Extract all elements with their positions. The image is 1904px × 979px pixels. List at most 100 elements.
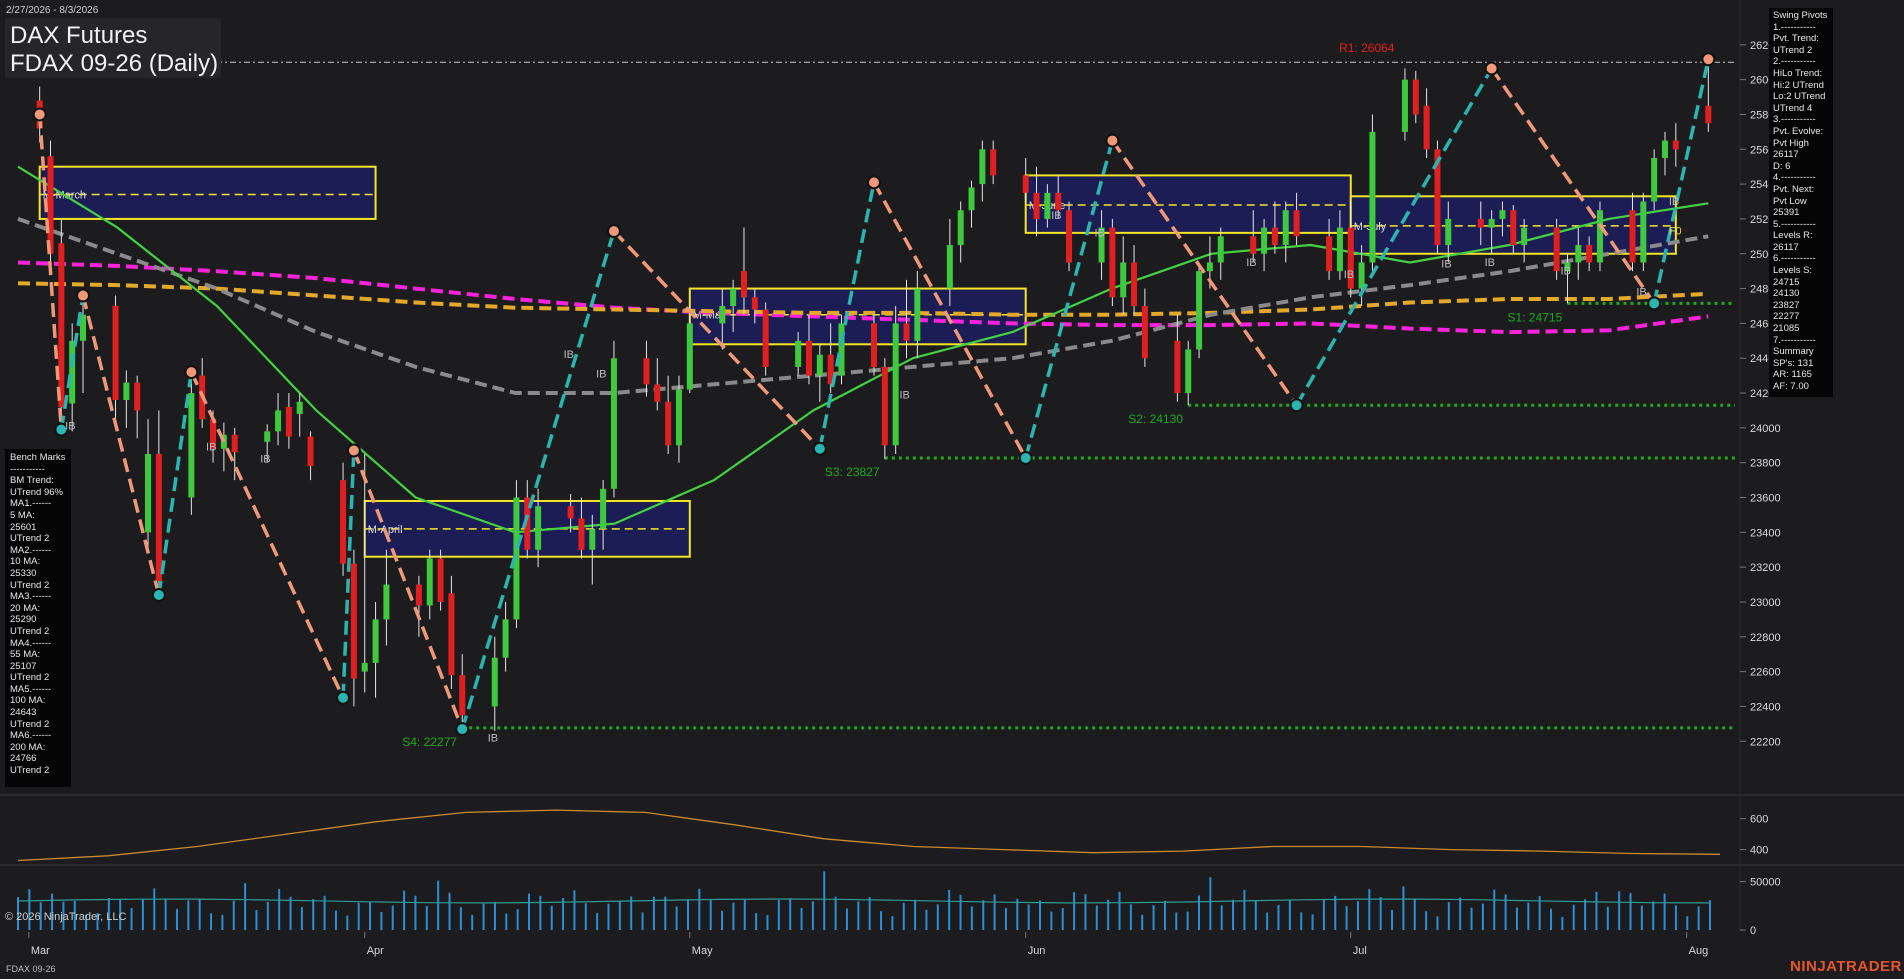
- swing-pivots-line: D: 6: [1773, 160, 1791, 172]
- bench-marks-line: 24766: [10, 753, 37, 765]
- swing-line: [189, 371, 345, 699]
- candle-down: [1412, 79, 1419, 115]
- volume-bar: [755, 913, 758, 930]
- swing-pivots-line: 3.-----------: [1773, 114, 1816, 126]
- osc-tick-label: 600: [1750, 814, 1768, 826]
- swing-line: [157, 371, 194, 596]
- volume-bar: [482, 903, 485, 930]
- candle-up: [1358, 262, 1365, 289]
- volume-bar: [1039, 900, 1042, 930]
- volume-bar: [1345, 906, 1348, 930]
- swing-pivots-line: 2.-----------: [1773, 56, 1816, 68]
- candle-up: [1499, 210, 1506, 219]
- volume-bar: [1300, 912, 1303, 930]
- volume-bar: [346, 915, 349, 930]
- volume-bar: [1470, 907, 1473, 930]
- volume-bar: [698, 888, 701, 930]
- volume-bar: [312, 898, 315, 930]
- bar-annotation: IB: [1669, 196, 1679, 208]
- volume-bar: [618, 901, 621, 930]
- bench-marks-line: MA4.------: [10, 637, 52, 649]
- bench-marks-line: UTrend 2: [10, 533, 50, 545]
- candle-down: [665, 401, 672, 446]
- bench-marks-line: MA5.------: [10, 683, 52, 695]
- bench-marks-line: MA6.------: [10, 730, 52, 742]
- volume-bar: [1709, 900, 1711, 930]
- volume-bar: [948, 889, 951, 930]
- swing-pivots-line: 6.-----------: [1773, 253, 1816, 265]
- candle-up: [968, 187, 975, 211]
- volume-bar: [664, 896, 667, 930]
- candle-down: [1131, 262, 1138, 306]
- volume-bar: [1322, 898, 1325, 930]
- candle-up: [1661, 140, 1668, 158]
- volume-bar: [834, 896, 837, 930]
- volume-bar: [130, 908, 133, 930]
- candle-down: [307, 436, 314, 467]
- volume-bar: [1572, 904, 1575, 930]
- volume-bar: [1266, 912, 1269, 930]
- candle-down: [1705, 105, 1712, 124]
- vol-tick-label: 50000: [1750, 877, 1781, 889]
- candle-up: [1369, 131, 1376, 263]
- candle-down: [1293, 210, 1300, 237]
- swing-high-marker: [346, 443, 361, 458]
- volume-bar: [1073, 892, 1076, 930]
- volume-bar: [1663, 893, 1666, 930]
- candle-down: [740, 271, 747, 298]
- candle-up: [1640, 201, 1647, 263]
- candle-up: [719, 305, 726, 324]
- price-chart[interactable]: 22200 22400 22600 22800 23000 23200 23400 23600…: [0, 0, 1904, 979]
- bar-annotation: IB: [1441, 259, 1451, 271]
- candle-up: [1196, 271, 1203, 350]
- candle-down: [1066, 210, 1073, 263]
- date-range: 2/27/2026 - 8/3/2026: [6, 5, 99, 16]
- bar-annotation: IB: [1095, 227, 1105, 239]
- candle-down: [231, 434, 238, 453]
- oscillator-line: [17, 809, 1721, 862]
- candle-down: [762, 309, 769, 367]
- volume-bar: [584, 903, 587, 930]
- candle-up: [1521, 227, 1528, 246]
- volume-average-line: [17, 898, 1711, 904]
- candle-down: [1553, 227, 1560, 272]
- volume-bar: [1061, 907, 1064, 930]
- swing-pivots-line: 26117: [1773, 241, 1799, 253]
- swing-high-marker: [1701, 52, 1716, 67]
- candle-up: [275, 410, 282, 432]
- volume-bar: [1356, 901, 1359, 930]
- volume-bar: [244, 883, 247, 930]
- volume-bar: [766, 915, 769, 930]
- candle-down: [155, 453, 162, 582]
- bar-annotation: IB: [1636, 287, 1646, 299]
- bar-annotation: IB: [1344, 269, 1354, 281]
- candle-down: [437, 558, 444, 602]
- x-tick-label: May: [692, 945, 713, 957]
- bar-annotation: IB: [1560, 266, 1570, 278]
- candle-down: [1250, 236, 1257, 254]
- volume-bar: [777, 900, 780, 930]
- volume-bar: [1095, 905, 1098, 930]
- bench-marks-line: MA2.------: [10, 544, 52, 556]
- volume-bar: [1595, 891, 1598, 930]
- volume-bar: [1152, 905, 1155, 930]
- volume-bar: [1141, 914, 1144, 930]
- volume-bar: [1606, 906, 1609, 930]
- volume-bar: [210, 913, 213, 930]
- swing-pivots-line: 4.-----------: [1773, 172, 1816, 184]
- candle-down: [58, 243, 65, 407]
- swing-pivots-line: Lo:2 UTrend: [1773, 91, 1826, 103]
- bench-marks-line: 5 MA:: [10, 509, 35, 521]
- candle-up: [491, 657, 498, 707]
- volume-bar: [936, 904, 939, 930]
- volume-bar: [789, 898, 792, 930]
- volume-bar: [1277, 904, 1280, 930]
- x-tick-label: Aug: [1689, 945, 1709, 957]
- copyright: © 2026 NinjaTrader, LLC: [5, 911, 127, 923]
- volume-bar: [1481, 903, 1484, 930]
- volume-bar: [1334, 895, 1337, 930]
- candle-down: [459, 675, 466, 716]
- candle-up: [69, 340, 76, 404]
- volume-bar: [1220, 905, 1223, 930]
- instrument-label: FDAX 09-26: [6, 964, 56, 974]
